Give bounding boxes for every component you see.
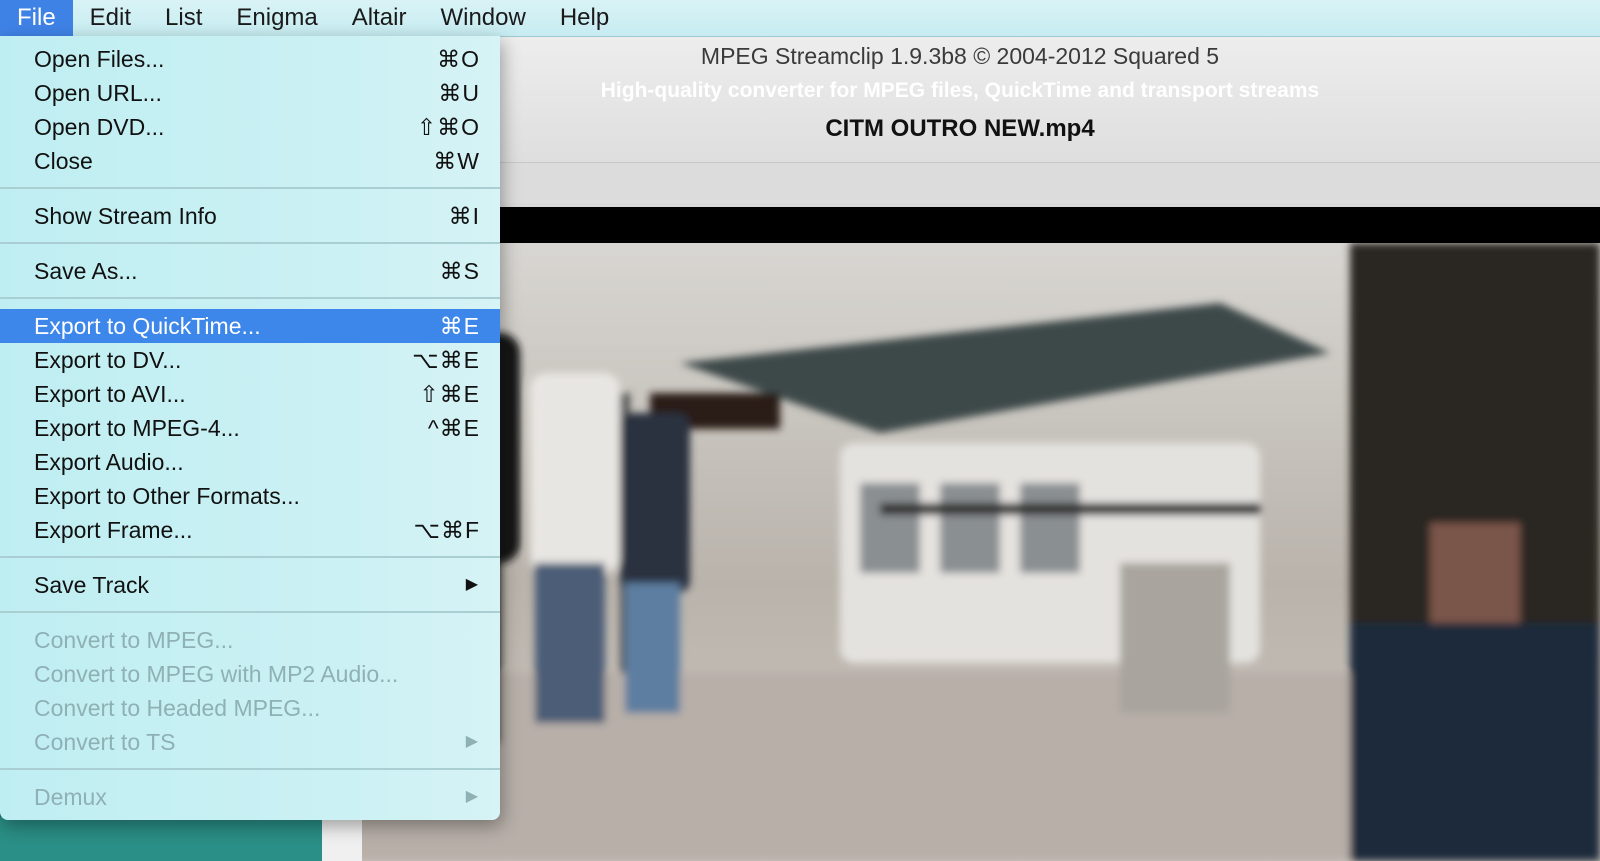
- menu-item-label: Export Audio...: [34, 449, 184, 475]
- menu-item-label: Export to MPEG-4...: [34, 415, 240, 441]
- menu-item-label: Export Frame...: [34, 517, 193, 543]
- shortcut-label: ⇧⌘O: [416, 114, 480, 140]
- menu-bar: File Edit List Enigma Altair Window Help: [0, 0, 1600, 37]
- menu-item-open-files[interactable]: Open Files... ⌘O: [0, 42, 500, 76]
- video-preview[interactable]: [320, 207, 1600, 861]
- menu-list[interactable]: List: [148, 0, 219, 36]
- shortcut-label: ^⌘E: [427, 415, 480, 441]
- shortcut-label: ⌘I: [448, 203, 480, 229]
- menu-item-export-dv[interactable]: Export to DV... ⌥⌘E: [0, 343, 500, 377]
- menu-item-close[interactable]: Close ⌘W: [0, 144, 500, 178]
- app-subtitle: High-quality converter for MPEG files, Q…: [600, 79, 1320, 102]
- menu-item-demux: Demux ▶: [0, 780, 500, 814]
- menu-item-label: Demux: [34, 784, 107, 810]
- menu-item-save-track[interactable]: Save Track ▶: [0, 568, 500, 602]
- menu-item-show-stream-info[interactable]: Show Stream Info ⌘I: [0, 199, 500, 233]
- menu-item-label: Convert to Headed MPEG...: [34, 695, 321, 721]
- menu-item-export-avi[interactable]: Export to AVI... ⇧⌘E: [0, 377, 500, 411]
- menu-item-export-audio[interactable]: Export Audio...: [0, 445, 500, 479]
- desktop-background: [0, 817, 322, 861]
- menu-item-label: Show Stream Info: [34, 203, 217, 229]
- shortcut-label: ⌥⌘E: [412, 347, 480, 373]
- menu-item-label: Export to QuickTime...: [34, 313, 261, 339]
- menu-item-label: Convert to MPEG...: [34, 627, 234, 653]
- menu-item-convert-headed-mpeg: Convert to Headed MPEG...: [0, 691, 500, 725]
- menu-item-label: Close: [34, 148, 93, 174]
- menu-item-label: Save As...: [34, 258, 138, 284]
- menu-altair[interactable]: Altair: [335, 0, 424, 36]
- menu-file[interactable]: File: [0, 0, 73, 36]
- menu-separator: [0, 759, 500, 780]
- menu-item-convert-mpeg: Convert to MPEG...: [0, 623, 500, 657]
- menu-item-label: Export to Other Formats...: [34, 483, 300, 509]
- app-title: MPEG Streamclip 1.9.3b8 © 2004-2012 Squa…: [700, 43, 1220, 69]
- shortcut-label: ⌘W: [433, 148, 480, 174]
- shortcut-label: ⌘S: [439, 258, 480, 284]
- window-toolbar-strip: [320, 162, 1600, 203]
- shortcut-label: ⌘E: [439, 313, 480, 339]
- menu-enigma[interactable]: Enigma: [219, 0, 334, 36]
- menu-item-label: Export to DV...: [34, 347, 182, 373]
- shortcut-label: ⌘O: [437, 46, 480, 72]
- window-edge: [322, 817, 362, 861]
- menu-item-label: Open DVD...: [34, 114, 165, 140]
- file-menu-dropdown: Open Files... ⌘O Open URL... ⌘U Open DVD…: [0, 36, 500, 820]
- menu-item-export-other-formats[interactable]: Export to Other Formats...: [0, 479, 500, 513]
- submenu-arrow-icon: ▶: [465, 576, 478, 593]
- shortcut-label: ⌘U: [438, 80, 480, 106]
- menu-item-convert-mpeg-mp2: Convert to MPEG with MP2 Audio...: [0, 657, 500, 691]
- menu-item-convert-ts: Convert to TS ▶: [0, 725, 500, 759]
- menu-item-save-as[interactable]: Save As... ⌘S: [0, 254, 500, 288]
- window-header: MPEG Streamclip 1.9.3b8 © 2004-2012 Squa…: [320, 37, 1600, 207]
- menu-separator: [0, 233, 500, 254]
- menu-separator: [0, 288, 500, 309]
- menu-item-label: Open URL...: [34, 80, 162, 106]
- menu-item-label: Save Track: [34, 572, 150, 598]
- menu-item-label: Open Files...: [34, 46, 165, 72]
- menu-item-export-mpeg4[interactable]: Export to MPEG-4... ^⌘E: [0, 411, 500, 445]
- menu-separator: [0, 178, 500, 199]
- file-name: CITM OUTRO NEW.mp4: [825, 115, 1095, 142]
- video-frame-image: [320, 243, 1600, 861]
- menu-item-open-url[interactable]: Open URL... ⌘U: [0, 76, 500, 110]
- menu-item-export-quicktime[interactable]: Export to QuickTime... ⌘E: [0, 309, 500, 343]
- menu-item-label: Convert to TS: [34, 729, 176, 755]
- menu-window[interactable]: Window: [423, 0, 542, 36]
- shortcut-label: ⇧⌘E: [419, 381, 480, 407]
- menu-edit[interactable]: Edit: [73, 0, 148, 36]
- menu-help[interactable]: Help: [543, 0, 626, 36]
- menu-item-open-dvd[interactable]: Open DVD... ⇧⌘O: [0, 110, 500, 144]
- menu-separator: [0, 547, 500, 568]
- menu-item-label: Export to AVI...: [34, 381, 186, 407]
- menu-separator: [0, 602, 500, 623]
- shortcut-label: ⌥⌘F: [413, 517, 480, 543]
- menu-item-label: Convert to MPEG with MP2 Audio...: [34, 661, 399, 687]
- submenu-arrow-icon: ▶: [465, 733, 478, 750]
- submenu-arrow-icon: ▶: [465, 788, 478, 805]
- menu-item-export-frame[interactable]: Export Frame... ⌥⌘F: [0, 513, 500, 547]
- app-window: MPEG Streamclip 1.9.3b8 © 2004-2012 Squa…: [320, 37, 1600, 861]
